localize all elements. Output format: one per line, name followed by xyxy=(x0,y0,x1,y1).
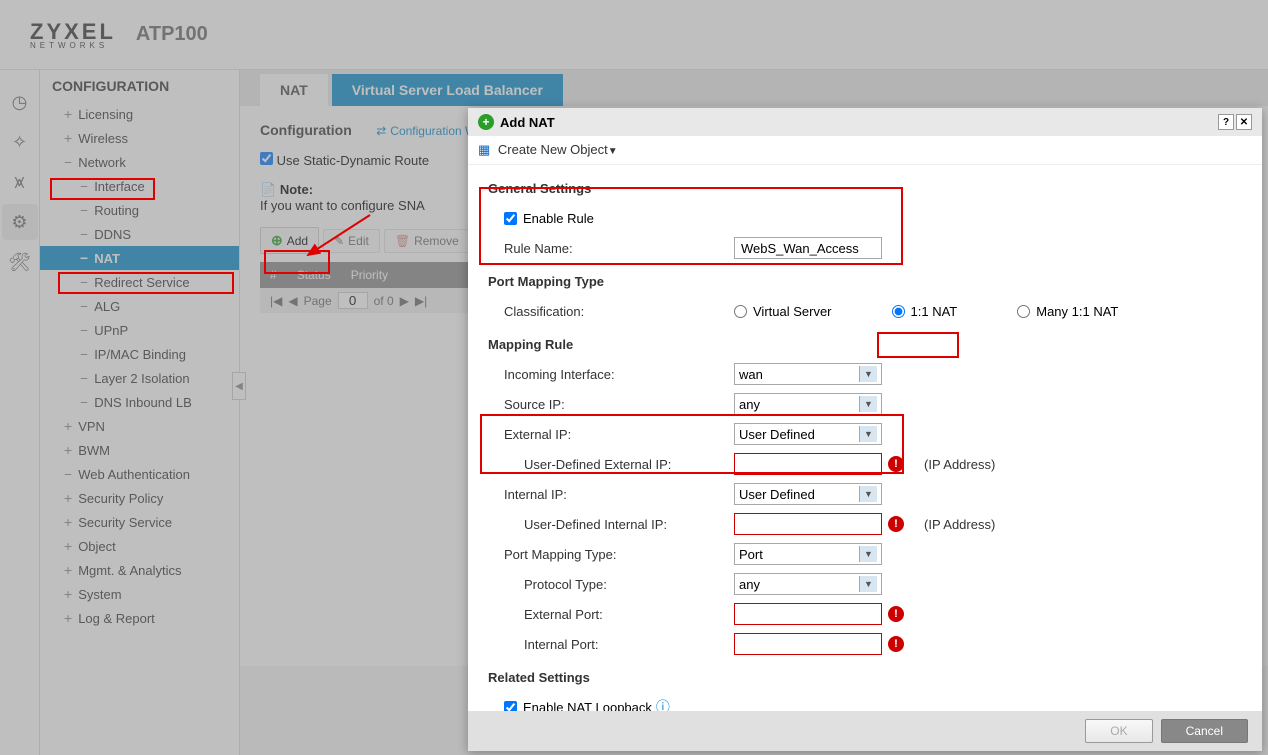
chevron-down-icon: ▼ xyxy=(608,146,618,157)
source-ip-row: Source IP: any ▼ xyxy=(504,392,1242,416)
ud-external-ip-input[interactable] xyxy=(734,453,882,475)
pmt-label: Port Mapping Type: xyxy=(504,547,734,562)
external-ip-row: External IP: User Defined ▼ xyxy=(504,422,1242,446)
radio-1-1-nat[interactable]: 1:1 NAT xyxy=(892,304,958,319)
external-ip-value: User Defined xyxy=(739,427,815,442)
nat-loopback-row: Enable NAT Loopback ⓘ xyxy=(504,695,1242,711)
error-icon: ! xyxy=(888,516,904,532)
external-ip-select[interactable]: User Defined ▼ xyxy=(734,423,882,445)
incoming-value: wan xyxy=(739,367,763,382)
protocol-type-row: Protocol Type: any ▼ xyxy=(504,572,1242,596)
radio-virtual-server[interactable]: Virtual Server xyxy=(734,304,832,319)
modal-body: General Settings Enable Rule Rule Name: … xyxy=(468,165,1262,711)
close-button[interactable]: ✕ xyxy=(1236,114,1252,130)
section-general: General Settings xyxy=(488,181,1242,196)
info-icon[interactable]: ⓘ xyxy=(656,697,670,711)
external-port-label: External Port: xyxy=(504,607,734,622)
enable-rule-checkbox[interactable] xyxy=(504,212,517,225)
source-ip-select[interactable]: any ▼ xyxy=(734,393,882,415)
error-icon: ! xyxy=(888,606,904,622)
proto-select[interactable]: any ▼ xyxy=(734,573,882,595)
internal-ip-value: User Defined xyxy=(739,487,815,502)
ud-internal-ip-input[interactable] xyxy=(734,513,882,535)
chevron-down-icon: ▼ xyxy=(859,486,877,502)
ok-button[interactable]: OK xyxy=(1085,719,1152,743)
add-nat-modal: + Add NAT ? ✕ ▦ Create New Object▼ Gener… xyxy=(468,108,1262,751)
port-mapping-type-row: Port Mapping Type: Port ▼ xyxy=(504,542,1242,566)
create-object-link[interactable]: ▦ Create New Object▼ xyxy=(468,136,1262,165)
proto-value: any xyxy=(739,577,760,592)
radio-vs-input[interactable] xyxy=(734,305,747,318)
pmt-select[interactable]: Port ▼ xyxy=(734,543,882,565)
internal-ip-select[interactable]: User Defined ▼ xyxy=(734,483,882,505)
incoming-interface-label: Incoming Interface: xyxy=(504,367,734,382)
chevron-down-icon: ▼ xyxy=(859,546,877,562)
create-object-icon: ▦ xyxy=(478,142,490,157)
incoming-interface-select[interactable]: wan ▼ xyxy=(734,363,882,385)
ip-hint: (IP Address) xyxy=(924,457,995,472)
enable-rule-row: Enable Rule xyxy=(504,206,1242,230)
ud-internal-ip-row: User-Defined Internal IP: ! (IP Address) xyxy=(504,512,1242,536)
pmt-value: Port xyxy=(739,547,763,562)
help-button[interactable]: ? xyxy=(1218,114,1234,130)
cancel-button[interactable]: Cancel xyxy=(1161,719,1248,743)
classification-label: Classification: xyxy=(504,304,734,319)
modal-footer: OK Cancel xyxy=(468,711,1262,751)
internal-port-row: Internal Port: ! xyxy=(504,632,1242,656)
section-related: Related Settings xyxy=(488,670,1242,685)
error-icon: ! xyxy=(888,636,904,652)
external-ip-label: External IP: xyxy=(504,427,734,442)
chevron-down-icon: ▼ xyxy=(859,396,877,412)
source-value: any xyxy=(739,397,760,412)
chevron-down-icon: ▼ xyxy=(859,576,877,592)
classification-radios: Virtual Server 1:1 NAT Many 1:1 NAT xyxy=(734,304,1118,319)
modal-title: Add NAT xyxy=(500,115,555,130)
ud-internal-ip-label: User-Defined Internal IP: xyxy=(504,517,734,532)
external-port-row: External Port: ! xyxy=(504,602,1242,626)
radio-vs-label: Virtual Server xyxy=(753,304,832,319)
radio-many-input[interactable] xyxy=(1017,305,1030,318)
ud-external-ip-row: User-Defined External IP: ! (IP Address) xyxy=(504,452,1242,476)
modal-header: + Add NAT ? ✕ xyxy=(468,108,1262,136)
external-port-input[interactable] xyxy=(734,603,882,625)
modal-plus-icon: + xyxy=(478,114,494,130)
internal-port-input[interactable] xyxy=(734,633,882,655)
source-ip-label: Source IP: xyxy=(504,397,734,412)
nat-loopback-checkbox[interactable] xyxy=(504,701,517,712)
section-mapping: Mapping Rule xyxy=(488,337,1242,352)
rule-name-input[interactable] xyxy=(734,237,882,259)
create-object-label: Create New Object xyxy=(498,142,608,157)
classification-row: Classification: Virtual Server 1:1 NAT M… xyxy=(504,299,1242,323)
radio-11-label: 1:1 NAT xyxy=(911,304,958,319)
chevron-down-icon: ▼ xyxy=(859,426,877,442)
nat-loopback-label: Enable NAT Loopback xyxy=(523,700,652,712)
incoming-interface-row: Incoming Interface: wan ▼ xyxy=(504,362,1242,386)
section-port-type: Port Mapping Type xyxy=(488,274,1242,289)
internal-port-label: Internal Port: xyxy=(504,637,734,652)
ud-external-ip-label: User-Defined External IP: xyxy=(504,457,734,472)
ip-hint2: (IP Address) xyxy=(924,517,995,532)
radio-11-input[interactable] xyxy=(892,305,905,318)
chevron-down-icon: ▼ xyxy=(859,366,877,382)
radio-many-1-1-nat[interactable]: Many 1:1 NAT xyxy=(1017,304,1118,319)
internal-ip-label: Internal IP: xyxy=(504,487,734,502)
error-icon: ! xyxy=(888,456,904,472)
rule-name-row: Rule Name: xyxy=(504,236,1242,260)
rule-name-label: Rule Name: xyxy=(504,241,734,256)
internal-ip-row: Internal IP: User Defined ▼ xyxy=(504,482,1242,506)
radio-many-label: Many 1:1 NAT xyxy=(1036,304,1118,319)
proto-label: Protocol Type: xyxy=(504,577,734,592)
enable-rule-label: Enable Rule xyxy=(523,211,594,226)
